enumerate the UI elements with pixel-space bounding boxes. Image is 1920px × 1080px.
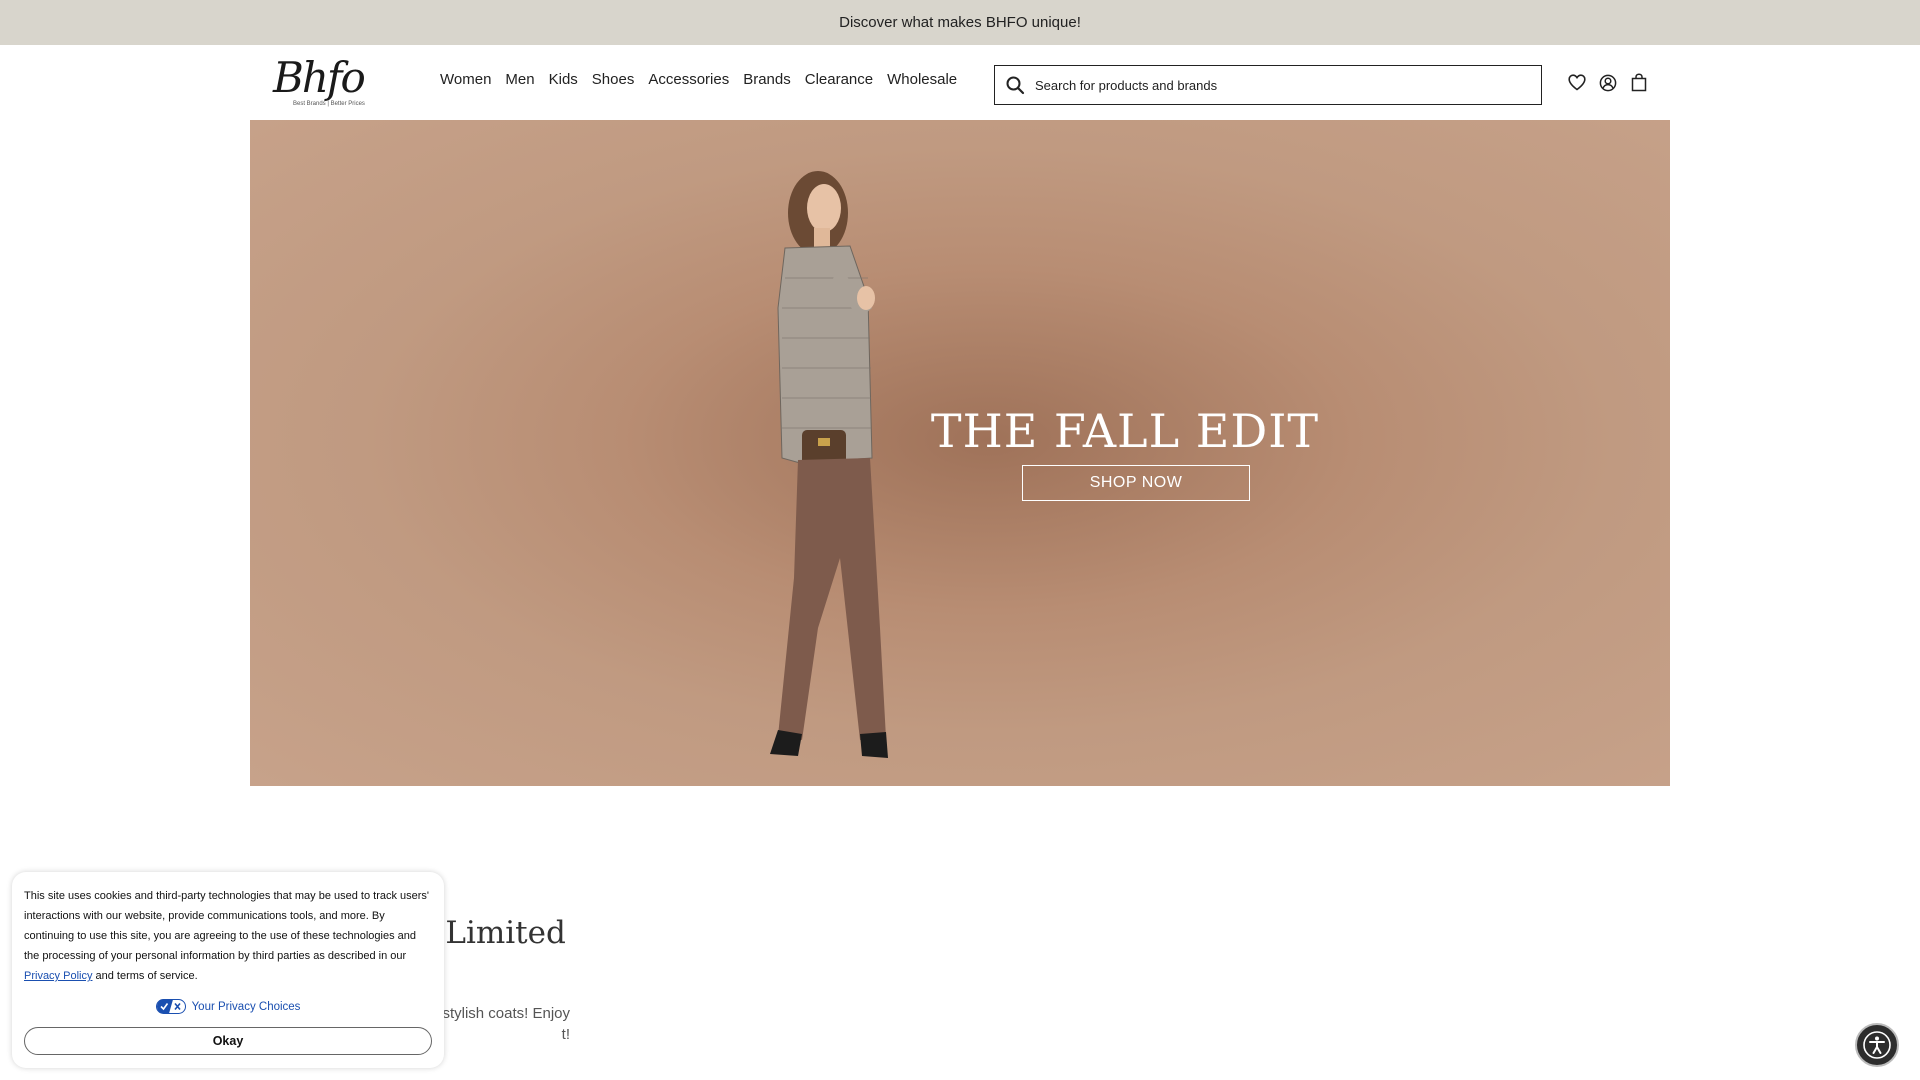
logo[interactable]: Bhfo Best Brands | Better Prices [271, 54, 366, 110]
hero-banner[interactable]: THE FALL EDIT SHOP NOW [250, 120, 1670, 786]
cookie-text-intro: This site uses cookies and third-party t… [24, 890, 430, 962]
promo-bar[interactable]: Discover what makes BHFO unique! [0, 0, 1920, 45]
logo-wordmark: Bhfo [273, 53, 366, 102]
main-nav: Women Men Kids Shoes Accessories Brands … [440, 71, 971, 88]
search-input[interactable] [1035, 67, 1525, 103]
logo-tagline: Best Brands | Better Prices [293, 101, 365, 107]
search-icon[interactable] [995, 65, 1035, 105]
privacy-choices-toggle-icon [155, 999, 186, 1014]
privacy-choices-label[interactable]: Your Privacy Choices [192, 1001, 301, 1013]
nav-item-men[interactable]: Men [505, 71, 534, 88]
nav-item-brands[interactable]: Brands [743, 71, 791, 88]
accessibility-button[interactable] [1855, 1023, 1899, 1067]
accessibility-icon [1863, 1031, 1891, 1059]
privacy-policy-link[interactable]: Privacy Policy [24, 970, 92, 982]
account-icon[interactable] [1597, 72, 1618, 93]
hero-title: THE FALL EDIT [930, 404, 1320, 458]
cookie-banner: This site uses cookies and third-party t… [12, 872, 444, 1068]
site-header: Bhfo Best Brands | Better Prices Women M… [0, 45, 1920, 120]
nav-item-accessories[interactable]: Accessories [648, 71, 729, 88]
privacy-choices-link[interactable]: Your Privacy Choices [24, 999, 432, 1014]
nav-item-wholesale[interactable]: Wholesale [887, 71, 957, 88]
header-icons [1566, 72, 1649, 93]
nav-item-clearance[interactable]: Clearance [805, 71, 873, 88]
hero-model-image [770, 171, 888, 758]
shop-now-button[interactable]: SHOP NOW [1022, 465, 1250, 501]
search-box[interactable] [994, 65, 1542, 105]
heart-icon[interactable] [1566, 72, 1587, 93]
okay-button[interactable]: Okay [24, 1027, 432, 1055]
cookie-text-outro: and terms of service. [92, 970, 198, 982]
nav-item-kids[interactable]: Kids [549, 71, 578, 88]
bag-icon[interactable] [1628, 72, 1649, 93]
promo-bar-text[interactable]: Discover what makes BHFO unique! [839, 14, 1081, 31]
cookie-text: This site uses cookies and third-party t… [24, 886, 432, 986]
nav-item-shoes[interactable]: Shoes [592, 71, 635, 88]
nav-item-women[interactable]: Women [440, 71, 491, 88]
